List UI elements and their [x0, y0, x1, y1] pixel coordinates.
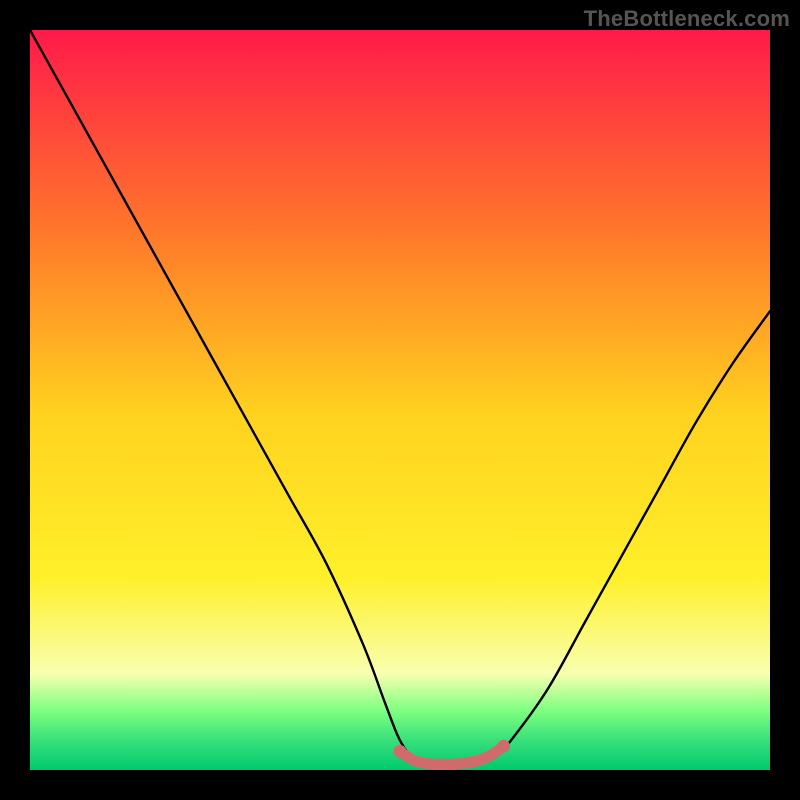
plot-area	[30, 30, 770, 770]
chart-frame: TheBottleneck.com	[0, 0, 800, 800]
optimal-band-end-right	[497, 740, 510, 753]
gradient-background	[30, 30, 770, 770]
optimal-band-end-left	[394, 745, 407, 758]
bottleneck-chart	[30, 30, 770, 770]
watermark-text: TheBottleneck.com	[584, 6, 790, 32]
